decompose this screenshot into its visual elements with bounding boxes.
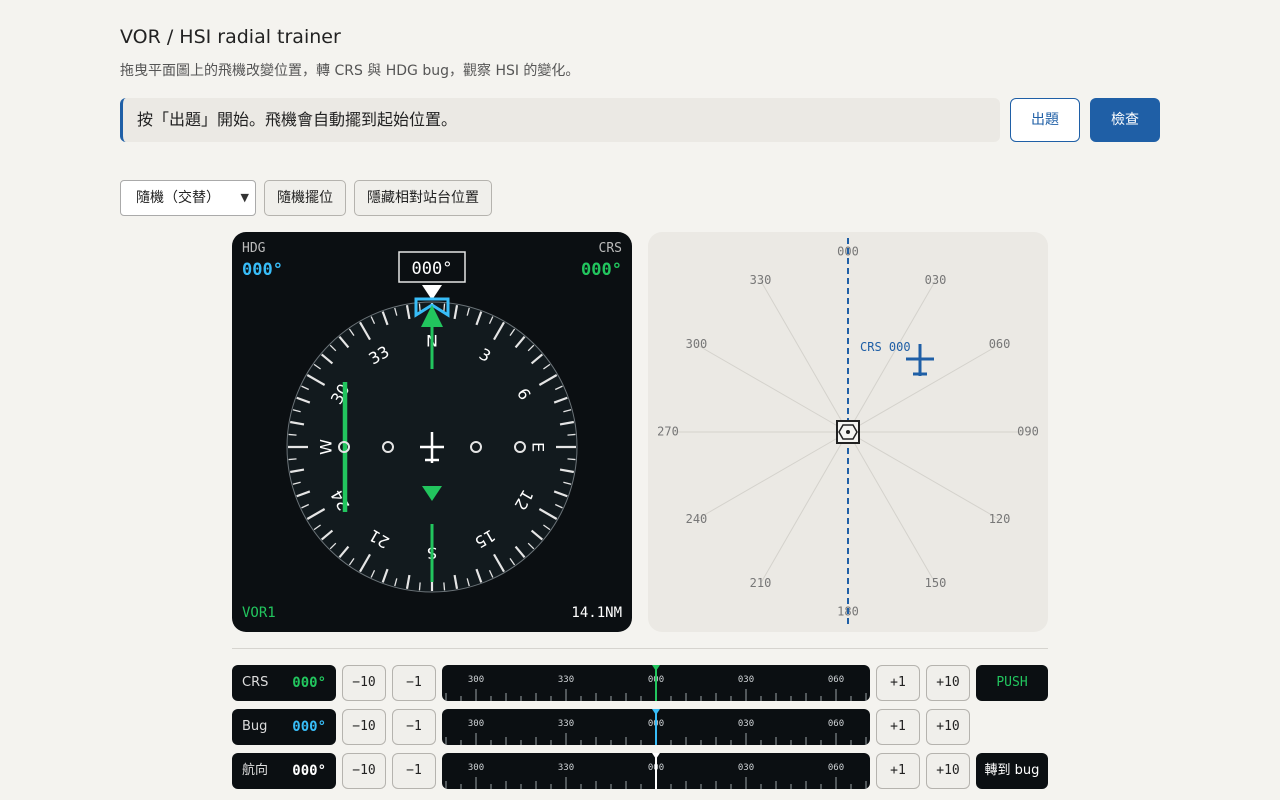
hsi-instrument: HDG 000° CRS 000° N36E1215S2124W3033 000… (232, 232, 632, 632)
mode-select-value: 隨機（交替） (136, 190, 220, 206)
radial-line (847, 280, 936, 433)
compass-card-label: W (317, 439, 336, 455)
chevron-down-icon: ▼ (240, 191, 249, 204)
heading-plus10-button[interactable]: +10 (926, 753, 970, 789)
tape-indicator-arrow (652, 665, 660, 671)
mode-select[interactable]: 隨機（交替） ▼ (120, 180, 256, 216)
radial-label: 090 (1017, 425, 1039, 439)
compass-tick (567, 433, 576, 436)
page-subtitle: 拖曳平面圖上的飛機改變位置，轉 CRS 與 HDG bug，觀察 HSI 的變化… (120, 63, 580, 79)
tape-label: 030 (738, 763, 754, 773)
random-position-button[interactable]: 隨機擺位 (264, 180, 346, 216)
radial-label: 150 (925, 576, 947, 590)
dme-distance: 14.1NM (571, 605, 622, 621)
tape-label: 300 (468, 675, 484, 685)
crs-control-value: 000° (292, 675, 326, 691)
tape-label: 060 (828, 719, 844, 729)
vor-station-icon (836, 420, 860, 444)
tape-label: 330 (558, 719, 574, 729)
check-button[interactable]: 檢查 (1090, 98, 1160, 142)
crs-control-name: CRS (242, 675, 269, 690)
crs-plus1-button[interactable]: +1 (876, 665, 920, 701)
radial-label: 030 (925, 273, 947, 287)
radial-label: 270 (657, 425, 679, 439)
bug-tape[interactable]: 300330000030060 (442, 709, 870, 745)
crs-label: CRS (599, 241, 622, 256)
tape-label: 060 (828, 763, 844, 773)
radial-label: 300 (686, 337, 708, 351)
bug-control-name: Bug (242, 719, 268, 734)
tape-label: 060 (828, 675, 844, 685)
hide-relative-button[interactable]: 隱藏相對站台位置 (354, 180, 492, 216)
radial-line (847, 431, 1000, 520)
radial-line (847, 431, 936, 584)
map-crs-label: CRS 000 (860, 340, 911, 354)
radial-label: 210 (750, 576, 772, 590)
compass-card-label: E (529, 442, 548, 452)
heading-control-label: 航向 000° (232, 753, 336, 789)
crs-push-button[interactable]: PUSH (976, 665, 1048, 701)
heading-minus10-button[interactable]: −10 (342, 753, 386, 789)
heading-control-name: 航向 (242, 763, 269, 778)
page-title: VOR / HSI radial trainer (120, 26, 341, 48)
bug-plus10-button[interactable]: +10 (926, 709, 970, 745)
tape-scale: 300330000030060 (445, 709, 867, 745)
radial-label: 330 (750, 273, 772, 287)
tape-label: 330 (558, 763, 574, 773)
crs-tape[interactable]: 300330000030060 (442, 665, 870, 701)
radial-line (760, 280, 849, 433)
plan-view-map[interactable]: 000030060090120150180210240270300330 CRS… (648, 232, 1048, 632)
crs-control-label: CRS 000° (232, 665, 336, 701)
radial-label: 240 (686, 512, 708, 526)
compass-tick (443, 303, 446, 312)
bug-plus1-button[interactable]: +1 (876, 709, 920, 745)
radial-line (760, 431, 849, 584)
compass-tick (418, 582, 421, 591)
divider (232, 648, 1048, 649)
tape-indicator-arrow (652, 753, 660, 759)
tape-indicator-arrow (652, 709, 660, 715)
hsi-svg: HDG 000° CRS 000° N36E1215S2124W3033 000… (242, 241, 622, 621)
new-question-button[interactable]: 出題 (1010, 98, 1080, 142)
status-message: 按「出題」開始。飛機會自動擺到起始位置。 (120, 98, 1000, 142)
radial-label: 120 (989, 512, 1011, 526)
crs-plus10-button[interactable]: +10 (926, 665, 970, 701)
heading-control-value: 000° (292, 763, 326, 779)
tape-label: 030 (738, 719, 754, 729)
compass-tick (288, 433, 297, 436)
tape-scale: 300330000030060 (445, 665, 867, 701)
compass-tick (567, 458, 576, 461)
crs-minus1-button[interactable]: −1 (392, 665, 436, 701)
heading-plus1-button[interactable]: +1 (876, 753, 920, 789)
nav-source: VOR1 (242, 605, 276, 621)
crs-minus10-button[interactable]: −10 (342, 665, 386, 701)
tape-label: 300 (468, 763, 484, 773)
tape-label: 330 (558, 675, 574, 685)
bug-control-value: 000° (292, 719, 326, 735)
hdg-value: 000° (242, 260, 283, 280)
bug-minus1-button[interactable]: −1 (392, 709, 436, 745)
heading-box-value: 000° (412, 259, 453, 279)
tape-label: 300 (468, 719, 484, 729)
heading-minus1-button[interactable]: −1 (392, 753, 436, 789)
radial-line (696, 431, 849, 520)
compass-tick (288, 458, 297, 461)
compass-tick (443, 582, 446, 591)
radial-label: 060 (989, 337, 1011, 351)
bug-minus10-button[interactable]: −10 (342, 709, 386, 745)
tape-scale: 300330000030060 (445, 753, 867, 789)
compass-tick (418, 303, 421, 312)
map-svg: 000030060090120150180210240270300330 CRS… (657, 238, 1039, 626)
hdg-label: HDG (242, 241, 266, 256)
crs-value: 000° (581, 260, 622, 280)
tape-label: 030 (738, 675, 754, 685)
heading-tape[interactable]: 300330000030060 (442, 753, 870, 789)
radial-line (696, 344, 849, 433)
goto-bug-button[interactable]: 轉到 bug (976, 753, 1048, 789)
bug-control-label: Bug 000° (232, 709, 336, 745)
